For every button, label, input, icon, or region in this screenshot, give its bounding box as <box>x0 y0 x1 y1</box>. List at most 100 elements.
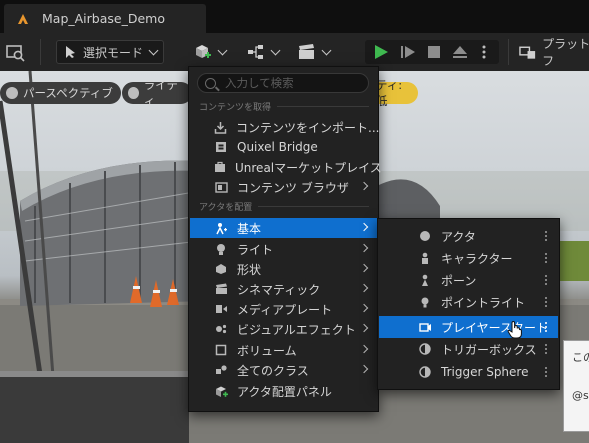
drag-handle-icon[interactable] <box>544 230 549 242</box>
menu-item-quixel-bridge[interactable]: Quixel Bridge <box>190 137 377 157</box>
submenu-arrow-icon <box>359 222 369 232</box>
media-plate-icon <box>214 302 228 316</box>
select-mode-dropdown[interactable]: 選択モード <box>56 40 164 64</box>
drag-handle-icon[interactable] <box>544 296 549 308</box>
add-actor-cube-icon <box>196 45 211 58</box>
menu-item-place-actors-panel[interactable]: アクタ配置パネル <box>190 381 377 401</box>
trigger-sphere-icon <box>418 365 432 379</box>
submenu-item-label: プレイヤースタート <box>441 320 549 335</box>
light-bulb-icon <box>214 242 228 256</box>
menu-item-volumes[interactable]: ボリューム <box>190 340 377 360</box>
chevron-down-icon <box>270 45 281 55</box>
menu-item-label: ボリューム <box>237 343 297 358</box>
trigger-box-icon <box>418 342 432 356</box>
add-menu-search-input[interactable]: 入力して検索 <box>197 73 369 93</box>
submenu-item-player-start[interactable]: プレイヤースタート <box>379 316 558 338</box>
menu-item-shapes[interactable]: 形状 <box>190 259 377 279</box>
menu-item-import-content[interactable]: コンテンツをインポート... <box>190 117 380 137</box>
chevron-down-icon <box>217 45 228 55</box>
cinematics-button[interactable] <box>298 40 332 64</box>
submenu-item-character[interactable]: キャラクター <box>379 247 558 269</box>
drag-handle-icon[interactable] <box>544 274 549 286</box>
character-icon <box>418 251 432 265</box>
advance-frame-icon[interactable] <box>400 45 416 59</box>
level-tab[interactable]: Map_Airbase_Demo <box>4 4 206 33</box>
menu-item-all-classes[interactable]: 全てのクラス <box>190 360 377 380</box>
clapperboard-icon <box>299 44 314 59</box>
submenu-item-label: アクタ <box>441 229 476 244</box>
drag-handle-icon[interactable] <box>544 321 549 333</box>
submenu-arrow-icon <box>359 323 369 333</box>
submenu-item-label: キャラクター <box>441 251 513 266</box>
viewport-perspective-chip[interactable]: パースペクティブ <box>0 82 121 104</box>
all-classes-icon <box>214 363 228 377</box>
submenu-arrow-icon <box>359 283 369 293</box>
content-browser-icon <box>214 180 228 194</box>
submenu-arrow-icon <box>359 263 369 273</box>
marketplace-icon <box>214 160 226 174</box>
select-mode-label: 選択モード <box>83 45 144 60</box>
tooltip-text-line-1: この <box>572 351 589 364</box>
submenu-item-pawn[interactable]: ポーン <box>379 269 558 291</box>
chevron-down-icon <box>321 45 332 55</box>
menu-item-basic[interactable]: 基本 <box>190 218 377 238</box>
section-header-place-actors: アクタを配置 <box>199 200 369 213</box>
menu-item-label: コンテンツをインポート... <box>236 120 380 135</box>
play-icon[interactable] <box>373 44 389 60</box>
platforms-button[interactable]: プラットフ <box>519 37 589 68</box>
submenu-item-trigger-box[interactable]: トリガーボックス <box>379 338 558 360</box>
drag-handle-icon[interactable] <box>544 252 549 264</box>
play-options-kebab-icon[interactable] <box>481 44 487 60</box>
menu-item-lights[interactable]: ライト <box>190 239 377 259</box>
submenu-item-actor[interactable]: アクタ <box>379 225 558 247</box>
perspective-label: パースペクティブ <box>23 86 113 100</box>
menu-item-label: ビジュアルエフェクト <box>237 322 356 337</box>
menu-item-visual-effects[interactable]: ビジュアルエフェクト <box>190 319 377 339</box>
drag-handle-icon[interactable] <box>544 343 549 355</box>
menu-item-label: メディアプレート <box>237 302 333 317</box>
perspective-cube-icon <box>6 87 18 99</box>
item-tooltip: この @s <box>563 340 589 432</box>
lighting-label: ライティ <box>143 78 178 108</box>
blueprints-button[interactable] <box>247 40 281 64</box>
menu-item-cinematic[interactable]: シネマティック <box>190 279 377 299</box>
submenu-item-label: トリガーボックス <box>441 342 537 357</box>
submenu-arrow-icon <box>359 344 369 354</box>
toolbar-separator <box>40 39 41 65</box>
basic-actors-icon <box>214 221 228 235</box>
quixel-bridge-icon <box>214 140 228 154</box>
point-light-icon <box>418 295 432 309</box>
basic-actors-submenu: アクタ キャラクター ポーン ポイントライト プレイヤースタート トリガーボック <box>377 218 560 390</box>
pawn-icon <box>418 273 432 287</box>
platforms-icon <box>519 46 536 59</box>
section-place-actors-label: アクタを配置 <box>199 203 253 213</box>
menu-item-label: 基本 <box>237 221 262 236</box>
menu-item-content-browser[interactable]: コンテンツ ブラウザ <box>190 177 377 197</box>
submenu-item-label: ポーン <box>441 273 477 288</box>
eject-icon[interactable] <box>452 45 468 59</box>
select-mode-icon <box>66 46 75 58</box>
menu-item-label: ライト <box>237 242 274 257</box>
menu-item-label: 全てのクラス <box>237 363 309 378</box>
viewport-lighting-chip[interactable]: ライティ <box>122 78 192 108</box>
toolbar-separator <box>508 39 509 65</box>
blueprint-graph-icon <box>248 45 263 59</box>
stop-icon[interactable] <box>427 45 441 59</box>
actor-icon <box>418 229 432 243</box>
menu-item-label: Quixel Bridge <box>237 140 318 154</box>
save-current-level-icon[interactable] <box>5 42 27 62</box>
chevron-down-icon <box>148 45 159 55</box>
submenu-item-trigger-sphere[interactable]: Trigger Sphere <box>379 361 558 383</box>
section-header-get-content: コンテンツを取得 <box>199 100 369 113</box>
menu-item-media-plate[interactable]: メディアプレート <box>190 299 377 319</box>
menu-item-unreal-marketplace[interactable]: Unrealマーケットプレイス <box>190 157 382 177</box>
player-start-icon <box>418 320 432 334</box>
lighting-mode-icon <box>128 87 139 99</box>
drag-handle-icon[interactable] <box>544 366 549 378</box>
platforms-label: プラットフ <box>542 37 589 68</box>
submenu-arrow-icon <box>359 181 369 191</box>
submenu-arrow-icon <box>359 303 369 313</box>
quick-add-button[interactable] <box>194 40 228 64</box>
submenu-item-point-light[interactable]: ポイントライト <box>379 291 558 313</box>
menu-item-label: Unrealマーケットプレイス <box>235 160 382 175</box>
